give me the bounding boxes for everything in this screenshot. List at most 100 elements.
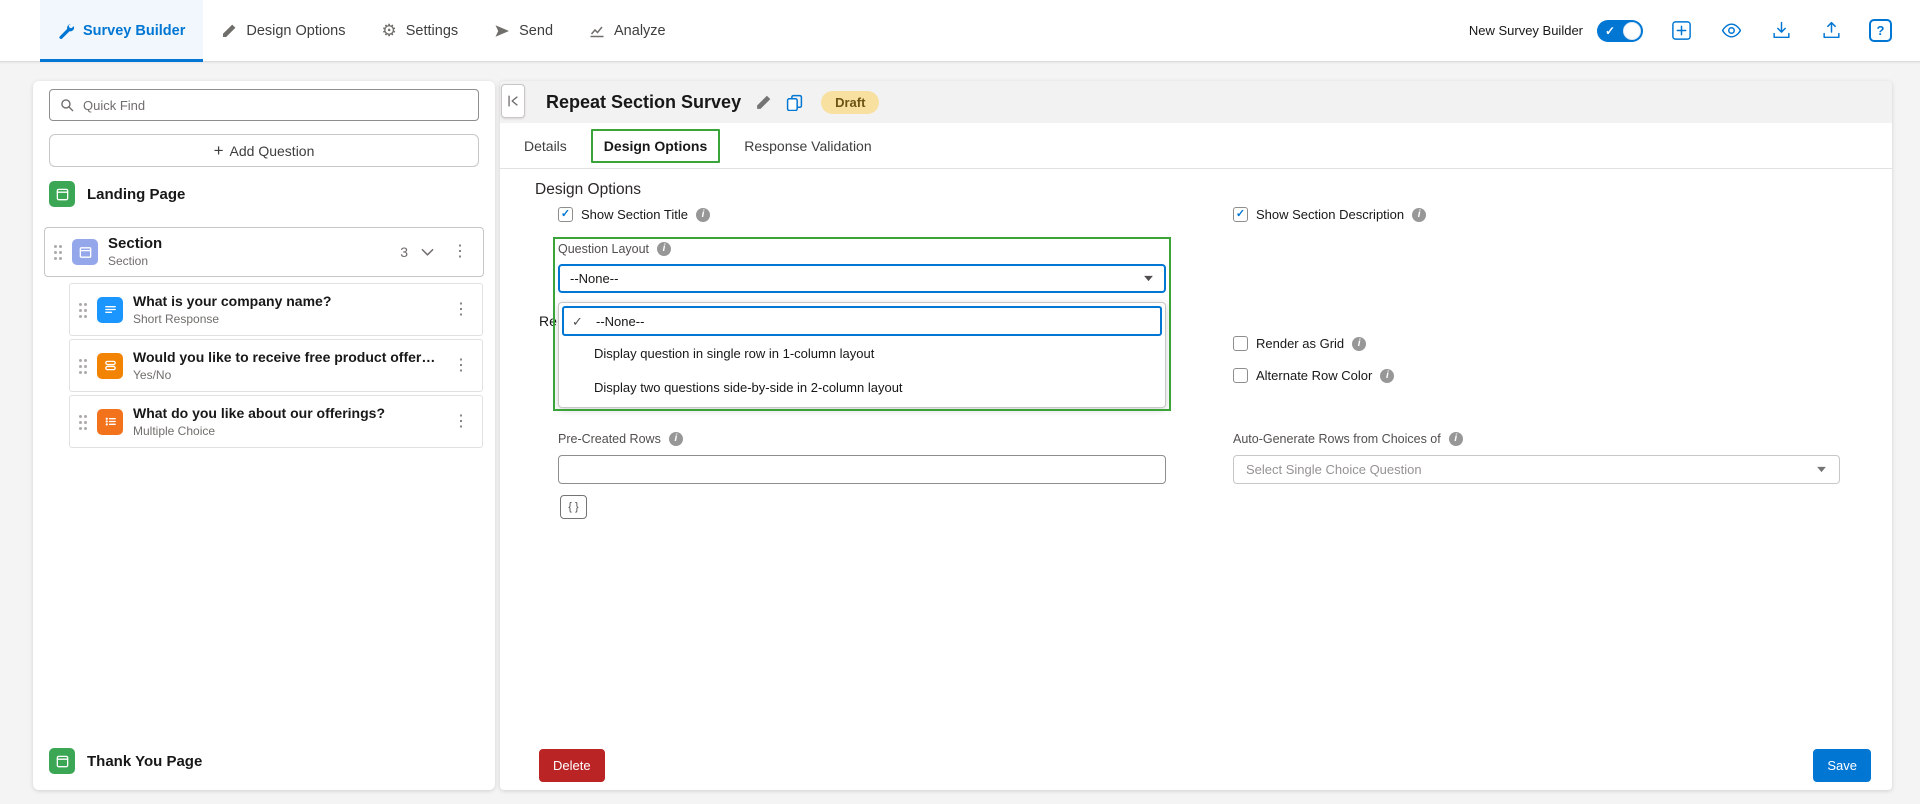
sidebar-item-thank-you-page[interactable]: Thank You Page xyxy=(33,732,495,790)
chevron-down-icon[interactable] xyxy=(421,248,434,257)
show-section-title-checkbox[interactable]: ✓ xyxy=(558,207,573,222)
nav-tab-send[interactable]: Send xyxy=(476,0,571,62)
question-layout-listbox: ✓ --None-- Display question in single ro… xyxy=(558,302,1166,408)
show-section-description-checkbox[interactable]: ✓ xyxy=(1233,207,1248,222)
section-detail-panel: Repeat Section Survey Draft Details Desi… xyxy=(500,81,1892,790)
section-heading: Design Options xyxy=(535,181,641,198)
nav-tab-label: Analyze xyxy=(614,22,666,39)
nav-tab-survey-builder[interactable]: Survey Builder xyxy=(40,0,204,62)
tab-response-validation[interactable]: Response Validation xyxy=(744,138,871,154)
preview-button[interactable] xyxy=(1719,19,1743,43)
download-button[interactable] xyxy=(1769,19,1793,43)
sidebar-item-landing-page[interactable]: Landing Page xyxy=(33,167,495,221)
option-side-by-side-2-column[interactable]: Display two questions side-by-side in 2-… xyxy=(562,370,1162,404)
send-icon xyxy=(495,24,510,37)
top-nav-bar: Survey Builder Design Options ⚙ Settings… xyxy=(0,0,1920,62)
section-subtitle: Section xyxy=(108,253,149,268)
new-builder-toggle[interactable]: ✓ xyxy=(1597,19,1643,42)
auto-generate-label-row: Auto-Generate Rows from Choices of i xyxy=(1233,432,1463,446)
nav-tab-settings[interactable]: ⚙ Settings xyxy=(363,0,476,62)
toggle-knob xyxy=(1623,21,1641,40)
drag-handle-icon[interactable] xyxy=(78,302,87,318)
download-icon xyxy=(1772,21,1790,39)
tab-details[interactable]: Details xyxy=(524,138,567,154)
multiple-choice-icon xyxy=(97,408,123,435)
info-icon[interactable]: i xyxy=(668,432,683,446)
add-question-button[interactable]: + Add Question xyxy=(49,134,479,167)
quick-find-input[interactable] xyxy=(49,89,479,121)
checkbox-label: Show Section Title xyxy=(581,207,688,222)
collapse-left-icon xyxy=(508,95,518,107)
plus-icon: + xyxy=(213,141,224,160)
wrench-icon xyxy=(59,23,74,39)
checkbox-label: Alternate Row Color xyxy=(1256,368,1373,383)
alternate-row-color-field: Alternate Row Color i xyxy=(1233,368,1395,383)
check-icon: ✓ xyxy=(1235,208,1246,220)
question-row-product-offers[interactable]: Would you like to receive free product o… xyxy=(69,339,483,392)
option-single-row-1-column[interactable]: Display question in single row in 1-colu… xyxy=(562,336,1162,370)
question-layout-label-row: Question Layout i xyxy=(558,242,672,256)
info-icon[interactable]: i xyxy=(695,207,710,222)
question-title: Would you like to receive free product o… xyxy=(133,349,438,365)
drag-handle-icon[interactable] xyxy=(78,414,87,430)
render-as-grid-field: Render as Grid i xyxy=(1233,336,1367,351)
question-layout-label: Question Layout xyxy=(558,242,650,256)
add-page-button[interactable] xyxy=(1669,19,1693,43)
combobox-value: --None-- xyxy=(570,271,619,286)
short-response-icon xyxy=(97,296,123,323)
show-section-description-field: ✓ Show Section Description i xyxy=(1233,207,1427,222)
kebab-menu-icon[interactable]: ⋮ xyxy=(447,242,473,262)
nav-tab-label: Settings xyxy=(405,22,459,39)
plus-box-icon xyxy=(1671,21,1691,40)
alternate-row-color-checkbox[interactable] xyxy=(1233,368,1248,383)
checkbox-label: Render as Grid xyxy=(1256,336,1345,351)
kebab-menu-icon[interactable]: ⋮ xyxy=(448,300,474,320)
auto-generate-select[interactable]: Select Single Choice Question xyxy=(1233,455,1840,484)
question-row-offerings[interactable]: What do you like about our offerings? Mu… xyxy=(69,395,483,448)
pre-created-rows-label-row: Pre-Created Rows i xyxy=(558,432,683,446)
tab-design-options[interactable]: Design Options xyxy=(590,128,721,163)
render-as-grid-checkbox[interactable] xyxy=(1233,336,1248,351)
check-icon: ✓ xyxy=(560,208,571,220)
nav-tab-label: Survey Builder xyxy=(83,22,186,39)
option-none[interactable]: ✓ --None-- xyxy=(562,306,1162,336)
top-nav-tabs: Survey Builder Design Options ⚙ Settings… xyxy=(40,0,684,62)
kebab-menu-icon[interactable]: ⋮ xyxy=(448,412,474,432)
question-row-company-name[interactable]: What is your company name? Short Respons… xyxy=(69,283,483,336)
info-icon[interactable]: i xyxy=(1352,336,1367,351)
upload-icon xyxy=(1822,21,1840,39)
upload-button[interactable] xyxy=(1819,19,1843,43)
question-type: Multiple Choice xyxy=(133,424,216,438)
add-question-label: Add Question xyxy=(229,142,315,159)
pre-created-rows-label: Pre-Created Rows xyxy=(558,432,661,446)
copy-icon xyxy=(786,94,803,111)
info-icon[interactable]: i xyxy=(1380,368,1395,383)
merge-field-button[interactable]: { } xyxy=(560,495,587,519)
eye-icon xyxy=(1721,23,1741,38)
show-section-title-field: ✓ Show Section Title i xyxy=(558,207,710,222)
question-layout-combobox[interactable]: --None-- xyxy=(558,264,1166,293)
kebab-menu-icon[interactable]: ⋮ xyxy=(448,356,474,376)
save-button[interactable]: Save xyxy=(1813,749,1871,782)
thank-you-page-icon xyxy=(49,748,75,774)
nav-tab-design-options[interactable]: Design Options xyxy=(203,0,363,62)
section-question-count: 3 xyxy=(400,244,408,260)
drag-handle-icon[interactable] xyxy=(53,244,62,260)
chevron-down-icon xyxy=(1144,275,1153,282)
info-icon[interactable]: i xyxy=(1412,207,1427,222)
info-icon[interactable]: i xyxy=(1448,432,1463,446)
copy-survey-button[interactable] xyxy=(786,94,803,111)
pre-created-rows-input[interactable] xyxy=(558,455,1166,484)
edit-title-button[interactable] xyxy=(755,94,772,111)
sidebar-item-section[interactable]: Section Section 3 ⋮ xyxy=(44,227,484,277)
survey-header: Repeat Section Survey Draft xyxy=(500,81,1892,123)
help-button[interactable]: ? xyxy=(1869,19,1892,42)
nav-tab-analyze[interactable]: Analyze xyxy=(571,0,684,62)
info-icon[interactable]: i xyxy=(657,242,672,256)
question-title: What is your company name? xyxy=(133,293,332,309)
collapse-sidebar-button[interactable] xyxy=(501,84,525,118)
drag-handle-icon[interactable] xyxy=(78,358,87,374)
yes-no-icon xyxy=(97,352,123,379)
delete-button[interactable]: Delete xyxy=(539,749,605,782)
option-label: --None-- xyxy=(596,313,645,329)
